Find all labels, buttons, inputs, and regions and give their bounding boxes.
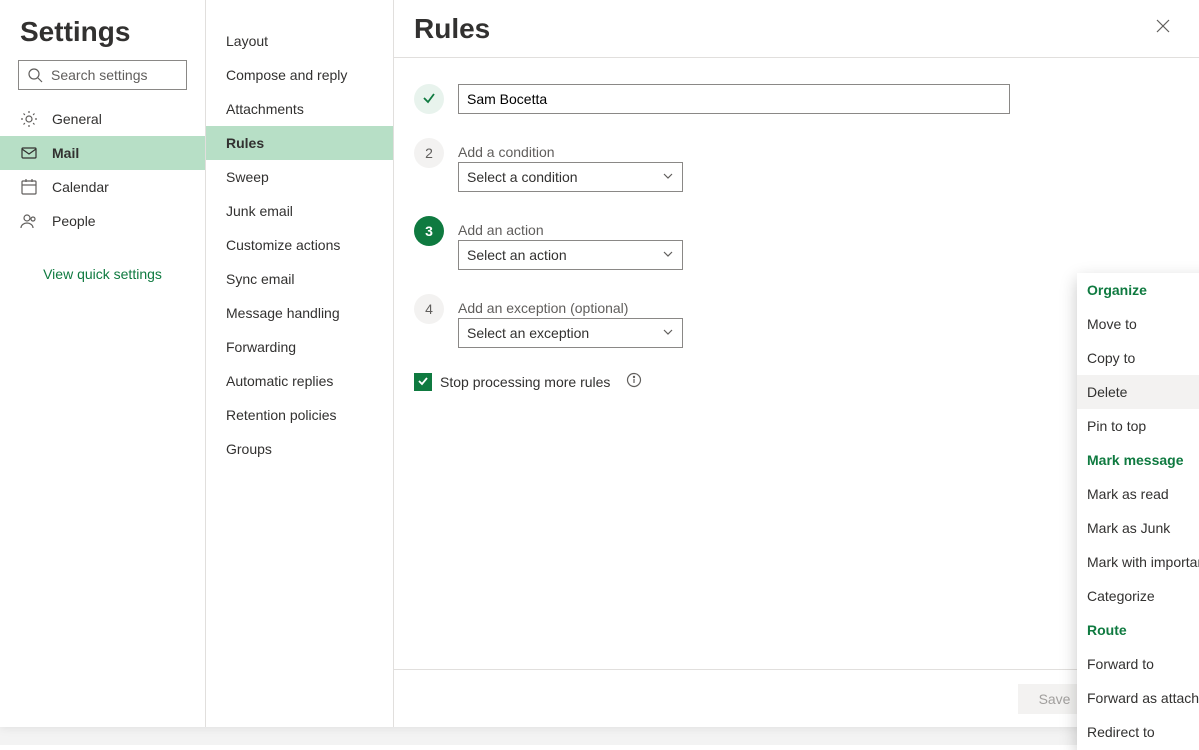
search-box[interactable] [18,60,187,90]
step-label-action: Add an action [458,216,1179,238]
chevron-down-icon [662,169,674,185]
close-button[interactable] [1147,13,1179,45]
chevron-down-icon [662,325,674,341]
settings-title: Settings [0,0,205,60]
search-input[interactable] [51,67,178,83]
nav-item-people[interactable]: People [0,204,205,238]
sub-item-customize[interactable]: Customize actions [206,228,393,262]
sub-item-handling[interactable]: Message handling [206,296,393,330]
nav-label-calendar: Calendar [52,179,109,195]
action-menu: Organize Move to Copy to Delete Pin to t… [1077,273,1199,750]
sub-item-layout[interactable]: Layout [206,24,393,58]
nav-item-mail[interactable]: Mail [0,136,205,170]
calendar-icon [20,178,38,196]
condition-dropdown[interactable]: Select a condition [458,162,683,192]
menu-item-pin[interactable]: Pin to top [1077,409,1199,443]
action-dropdown-value: Select an action [467,247,567,263]
sub-item-attachments[interactable]: Attachments [206,92,393,126]
menu-item-forward[interactable]: Forward to [1077,647,1199,681]
nav-item-general[interactable]: General [0,102,205,136]
view-quick-settings-link[interactable]: View quick settings [0,266,205,282]
sub-item-groups[interactable]: Groups [206,432,393,466]
menu-header-mark: Mark message [1077,443,1199,477]
checkmark-icon [417,374,429,390]
stop-processing-label: Stop processing more rules [440,374,610,390]
step-badge-2: 2 [414,138,444,168]
exception-dropdown-value: Select an exception [467,325,589,341]
menu-item-junk[interactable]: Mark as Junk [1077,511,1199,545]
chevron-down-icon [662,247,674,263]
nav-label-people: People [52,213,96,229]
search-icon [27,66,43,84]
rules-title: Rules [414,13,490,45]
condition-dropdown-value: Select a condition [467,169,578,185]
nav-item-calendar[interactable]: Calendar [0,170,205,204]
sub-item-autoreplies[interactable]: Automatic replies [206,364,393,398]
check-icon [422,91,436,108]
menu-item-importance[interactable]: Mark with importance [1077,545,1199,579]
sub-item-sweep[interactable]: Sweep [206,160,393,194]
sub-item-junk[interactable]: Junk email [206,194,393,228]
sub-item-rules[interactable]: Rules [206,126,393,160]
exception-dropdown[interactable]: Select an exception [458,318,683,348]
step-badge-4: 4 [414,294,444,324]
step-badge-3: 3 [414,216,444,246]
menu-item-categorize[interactable]: Categorize [1077,579,1199,613]
menu-item-redirect[interactable]: Redirect to [1077,715,1199,749]
menu-item-move[interactable]: Move to [1077,307,1199,341]
close-icon [1156,19,1170,38]
menu-header-organize: Organize [1077,273,1199,307]
sub-item-sync[interactable]: Sync email [206,262,393,296]
menu-item-copy[interactable]: Copy to [1077,341,1199,375]
menu-item-read[interactable]: Mark as read [1077,477,1199,511]
gear-icon [20,110,38,128]
nav-label-general: General [52,111,102,127]
people-icon [20,212,38,230]
step-label-exception: Add an exception (optional) [458,294,1179,316]
sub-item-retention[interactable]: Retention policies [206,398,393,432]
rule-name-input[interactable] [458,84,1010,114]
nav-label-mail: Mail [52,145,79,161]
mail-icon [20,144,38,162]
menu-item-delete[interactable]: Delete [1077,375,1199,409]
sub-item-compose[interactable]: Compose and reply [206,58,393,92]
step-badge-done [414,84,444,114]
step-label-condition: Add a condition [458,138,1179,160]
menu-header-route: Route [1077,613,1199,647]
sub-item-forwarding[interactable]: Forwarding [206,330,393,364]
menu-item-forward-attach[interactable]: Forward as attachment [1077,681,1199,715]
action-dropdown[interactable]: Select an action [458,240,683,270]
stop-processing-checkbox[interactable] [414,373,432,391]
info-icon[interactable] [626,372,642,391]
